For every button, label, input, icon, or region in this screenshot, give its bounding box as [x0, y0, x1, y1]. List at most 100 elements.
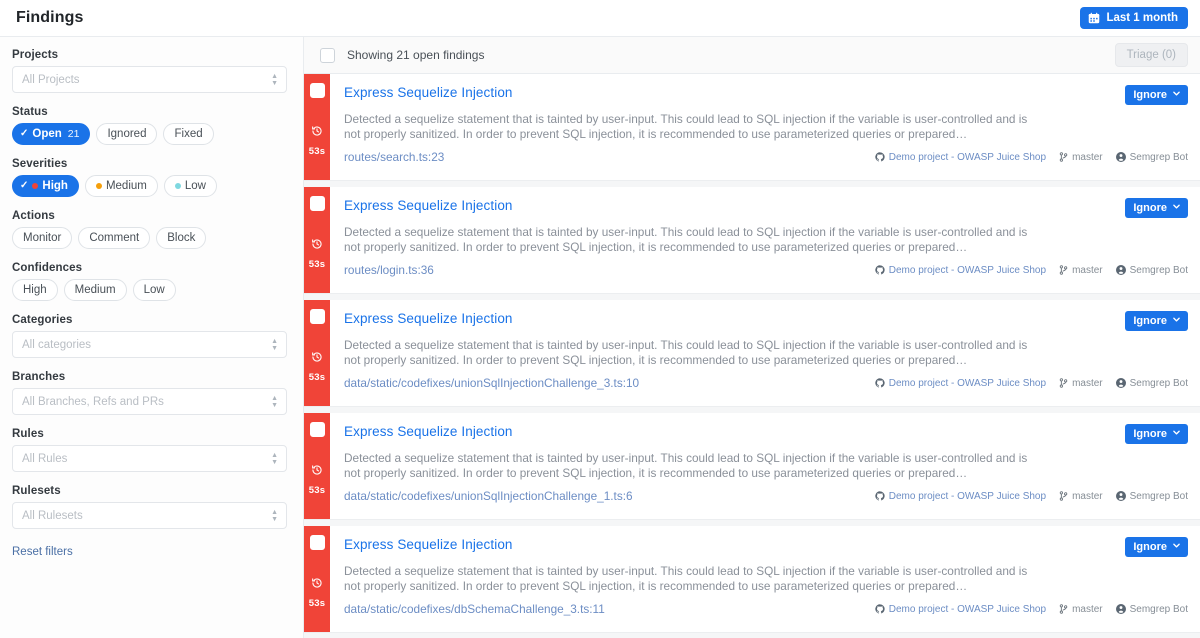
confidence-chip-medium-label: Medium	[74, 284, 116, 296]
chevron-down-icon	[1172, 202, 1181, 214]
finding-select-checkbox[interactable]	[309, 83, 325, 98]
date-range-label: Last 1 month	[1106, 12, 1178, 24]
status-chip-open[interactable]: ✓ Open 21	[12, 123, 91, 145]
confidence-chip-low[interactable]: Low	[132, 279, 176, 301]
filter-label-confidences: Confidences	[12, 262, 83, 274]
severity-chip-high-label: High	[42, 180, 68, 192]
severity-chip-low[interactable]: Low	[163, 175, 217, 197]
branches-select-value: All Branches, Refs and PRs	[22, 395, 164, 408]
rulesets-select[interactable]: All Rulesets ▲ ▼	[12, 502, 287, 529]
finding-filepath-link[interactable]: routes/login.ts:36	[344, 263, 434, 277]
finding-card[interactable]: 53s Express Sequelize Injection Ignore D…	[304, 187, 1200, 294]
finding-title-link[interactable]: Express Sequelize Injection	[344, 424, 513, 439]
filter-group-categories: Categories All categories ▲ ▼	[12, 314, 287, 358]
finding-age: 53s	[308, 485, 326, 496]
finding-card[interactable]: 53s Express Sequelize Injection Ignore D…	[304, 526, 1200, 633]
top-bar: Findings Last 1 month	[0, 0, 1200, 37]
finding-author-label: Semgrep Bot	[1129, 151, 1188, 163]
ignore-button[interactable]: Ignore	[1125, 537, 1188, 557]
finding-filepath-link[interactable]: data/static/codefixes/unionSqlInjectionC…	[344, 376, 639, 390]
severity-chip-high[interactable]: ✓ High	[12, 175, 79, 197]
action-chip-block-label: Block	[167, 232, 196, 244]
ignore-button-label: Ignore	[1133, 89, 1167, 101]
finding-select-checkbox[interactable]	[309, 196, 325, 211]
ignore-button[interactable]: Ignore	[1125, 85, 1188, 105]
select-all-checkbox[interactable]	[320, 47, 335, 63]
severity-chip-medium-label: Medium	[105, 180, 147, 192]
filter-group-rules: Rules All Rules ▲ ▼	[12, 428, 287, 472]
rules-select-value: All Rules	[22, 452, 68, 465]
action-chip-monitor-label: Monitor	[23, 232, 62, 244]
action-chip-block[interactable]: Block	[156, 227, 207, 249]
rules-select[interactable]: All Rules ▲ ▼	[12, 445, 287, 472]
finding-body: Express Sequelize Injection Ignore Detec…	[330, 187, 1200, 293]
finding-card[interactable]: 53s Express Sequelize Injection Ignore D…	[304, 74, 1200, 181]
chevron-updown-icon: ▲ ▼	[271, 394, 278, 409]
finding-project[interactable]: Demo project - OWASP Juice Shop	[875, 604, 1046, 615]
action-chip-comment-label: Comment	[89, 232, 140, 244]
finding-title-link[interactable]: Express Sequelize Injection	[344, 537, 513, 552]
finding-project[interactable]: Demo project - OWASP Juice Shop	[875, 378, 1046, 389]
action-chip-monitor[interactable]: Monitor	[12, 227, 73, 249]
action-chip-comment[interactable]: Comment	[78, 227, 151, 249]
rulesets-select-value: All Rulesets	[22, 509, 83, 522]
chevron-updown-icon: ▲ ▼	[271, 508, 278, 523]
ignore-button-label: Ignore	[1133, 202, 1167, 214]
filter-label-branches: Branches	[12, 371, 66, 383]
projects-select[interactable]: All Projects ▲ ▼	[12, 66, 287, 93]
finding-age: 53s	[308, 259, 326, 270]
severity-strip: 53s	[304, 413, 330, 519]
triage-button[interactable]: Triage (0)	[1114, 43, 1188, 67]
finding-author-label: Semgrep Bot	[1129, 264, 1188, 276]
date-range-button[interactable]: Last 1 month	[1080, 7, 1188, 29]
finding-card[interactable]: 53s Express Sequelize Injection Ignore D…	[304, 413, 1200, 520]
finding-metadata: Demo project - OWASP Juice Shop master S…	[875, 152, 1188, 163]
finding-select-checkbox[interactable]	[309, 309, 325, 324]
finding-description: Detected a sequelize statement that is t…	[344, 225, 1028, 254]
finding-project[interactable]: Demo project - OWASP Juice Shop	[875, 491, 1046, 502]
finding-project-label: Demo project - OWASP Juice Shop	[888, 377, 1047, 389]
finding-author-label: Semgrep Bot	[1129, 490, 1188, 502]
finding-title-link[interactable]: Express Sequelize Injection	[344, 198, 513, 213]
finding-filepath-link[interactable]: routes/search.ts:23	[344, 150, 444, 164]
branch-icon	[1059, 604, 1068, 614]
ignore-button[interactable]: Ignore	[1125, 311, 1188, 331]
status-chip-ignored[interactable]: Ignored	[96, 123, 158, 145]
finding-project[interactable]: Demo project - OWASP Juice Shop	[875, 265, 1046, 276]
finding-project[interactable]: Demo project - OWASP Juice Shop	[875, 152, 1046, 163]
finding-description: Detected a sequelize statement that is t…	[344, 112, 1028, 141]
github-icon	[875, 152, 885, 162]
finding-title-link[interactable]: Express Sequelize Injection	[344, 311, 513, 326]
check-icon: ✓	[20, 180, 29, 191]
ignore-button[interactable]: Ignore	[1125, 198, 1188, 218]
page-title: Findings	[16, 9, 84, 26]
finding-branch: master	[1059, 378, 1103, 389]
confidence-chip-medium[interactable]: Medium	[63, 279, 127, 301]
status-chip-open-label: Open	[32, 128, 62, 140]
user-icon	[1115, 152, 1126, 162]
finding-title-link[interactable]: Express Sequelize Injection	[344, 85, 513, 100]
finding-filepath-link[interactable]: data/static/codefixes/unionSqlInjectionC…	[344, 489, 633, 503]
reset-filters-link[interactable]: Reset filters	[12, 546, 73, 558]
findings-count-text: Showing 21 open findings	[347, 48, 485, 62]
status-chip-fixed[interactable]: Fixed	[163, 123, 214, 145]
finding-select-checkbox[interactable]	[309, 535, 325, 550]
ignore-button[interactable]: Ignore	[1125, 424, 1188, 444]
finding-branch: master	[1059, 265, 1103, 276]
categories-select-value: All categories	[22, 338, 92, 351]
status-chip-open-count: 21	[67, 128, 80, 140]
ignore-button-label: Ignore	[1133, 315, 1167, 327]
finding-select-checkbox[interactable]	[309, 422, 325, 437]
finding-author-label: Semgrep Bot	[1129, 603, 1188, 615]
chevron-down-icon	[1172, 541, 1181, 553]
categories-select[interactable]: All categories ▲ ▼	[12, 331, 287, 358]
chevron-updown-icon: ▲ ▼	[271, 72, 278, 87]
branches-select[interactable]: All Branches, Refs and PRs ▲ ▼	[12, 388, 287, 415]
finding-card[interactable]: 53s Express Sequelize Injection Ignore D…	[304, 300, 1200, 407]
chevron-down-icon	[1172, 89, 1181, 101]
github-icon	[875, 265, 885, 275]
confidence-chip-high[interactable]: High	[12, 279, 58, 301]
chevron-down-icon	[1172, 428, 1181, 440]
severity-chip-medium[interactable]: Medium	[84, 175, 158, 197]
finding-filepath-link[interactable]: data/static/codefixes/dbSchemaChallenge_…	[344, 602, 605, 616]
